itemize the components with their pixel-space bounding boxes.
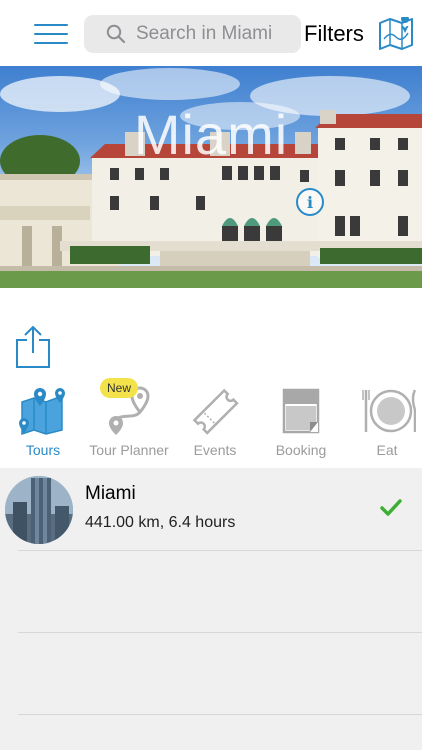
tour-distance-duration: 441.00 km, 6.4 hours <box>85 514 236 531</box>
tab-events-label: Events <box>193 442 237 458</box>
share-icon[interactable] <box>14 325 52 369</box>
hero-image: Miami i <box>0 66 422 288</box>
tab-booking-label: Booking <box>275 442 327 458</box>
map-pins-icon <box>19 388 65 436</box>
map-icon[interactable] <box>378 17 414 51</box>
tour-thumbnail <box>5 476 73 544</box>
tab-tours-label: Tours <box>25 442 61 458</box>
booking-icon <box>282 388 320 434</box>
hero-city-title: Miami <box>133 103 289 166</box>
plate-cutlery-icon <box>362 389 416 433</box>
villa-illustration <box>0 68 422 288</box>
info-button[interactable]: i <box>296 188 324 216</box>
tab-tours[interactable]: Tours <box>0 382 86 464</box>
top-bar: Filters <box>0 0 422 66</box>
ticket-icon <box>192 388 239 435</box>
info-icon: i <box>306 193 314 212</box>
tour-title: Miami <box>85 483 136 504</box>
filters-button[interactable]: Filters <box>304 21 364 47</box>
category-bar: Tours Tour Planner Events Booking Eat <box>0 382 422 464</box>
search-icon <box>106 24 126 44</box>
hamburger-menu-icon[interactable] <box>34 21 68 47</box>
list-item[interactable]: Miami 441.00 km, 6.4 hours <box>0 468 422 550</box>
new-badge: New <box>100 378 138 398</box>
divider <box>18 714 422 715</box>
tab-tour-planner-label: Tour Planner <box>89 442 169 458</box>
search-input[interactable] <box>136 15 296 53</box>
tab-eat[interactable]: Eat <box>344 382 422 464</box>
checkmark-icon <box>380 499 402 516</box>
tour-list: Miami 441.00 km, 6.4 hours <box>0 468 422 750</box>
tab-events[interactable]: Events <box>172 382 258 464</box>
tab-booking[interactable]: Booking <box>258 382 344 464</box>
search-bar[interactable] <box>84 15 301 53</box>
divider <box>18 550 422 551</box>
divider <box>18 632 422 633</box>
tab-eat-label: Eat <box>376 442 398 458</box>
